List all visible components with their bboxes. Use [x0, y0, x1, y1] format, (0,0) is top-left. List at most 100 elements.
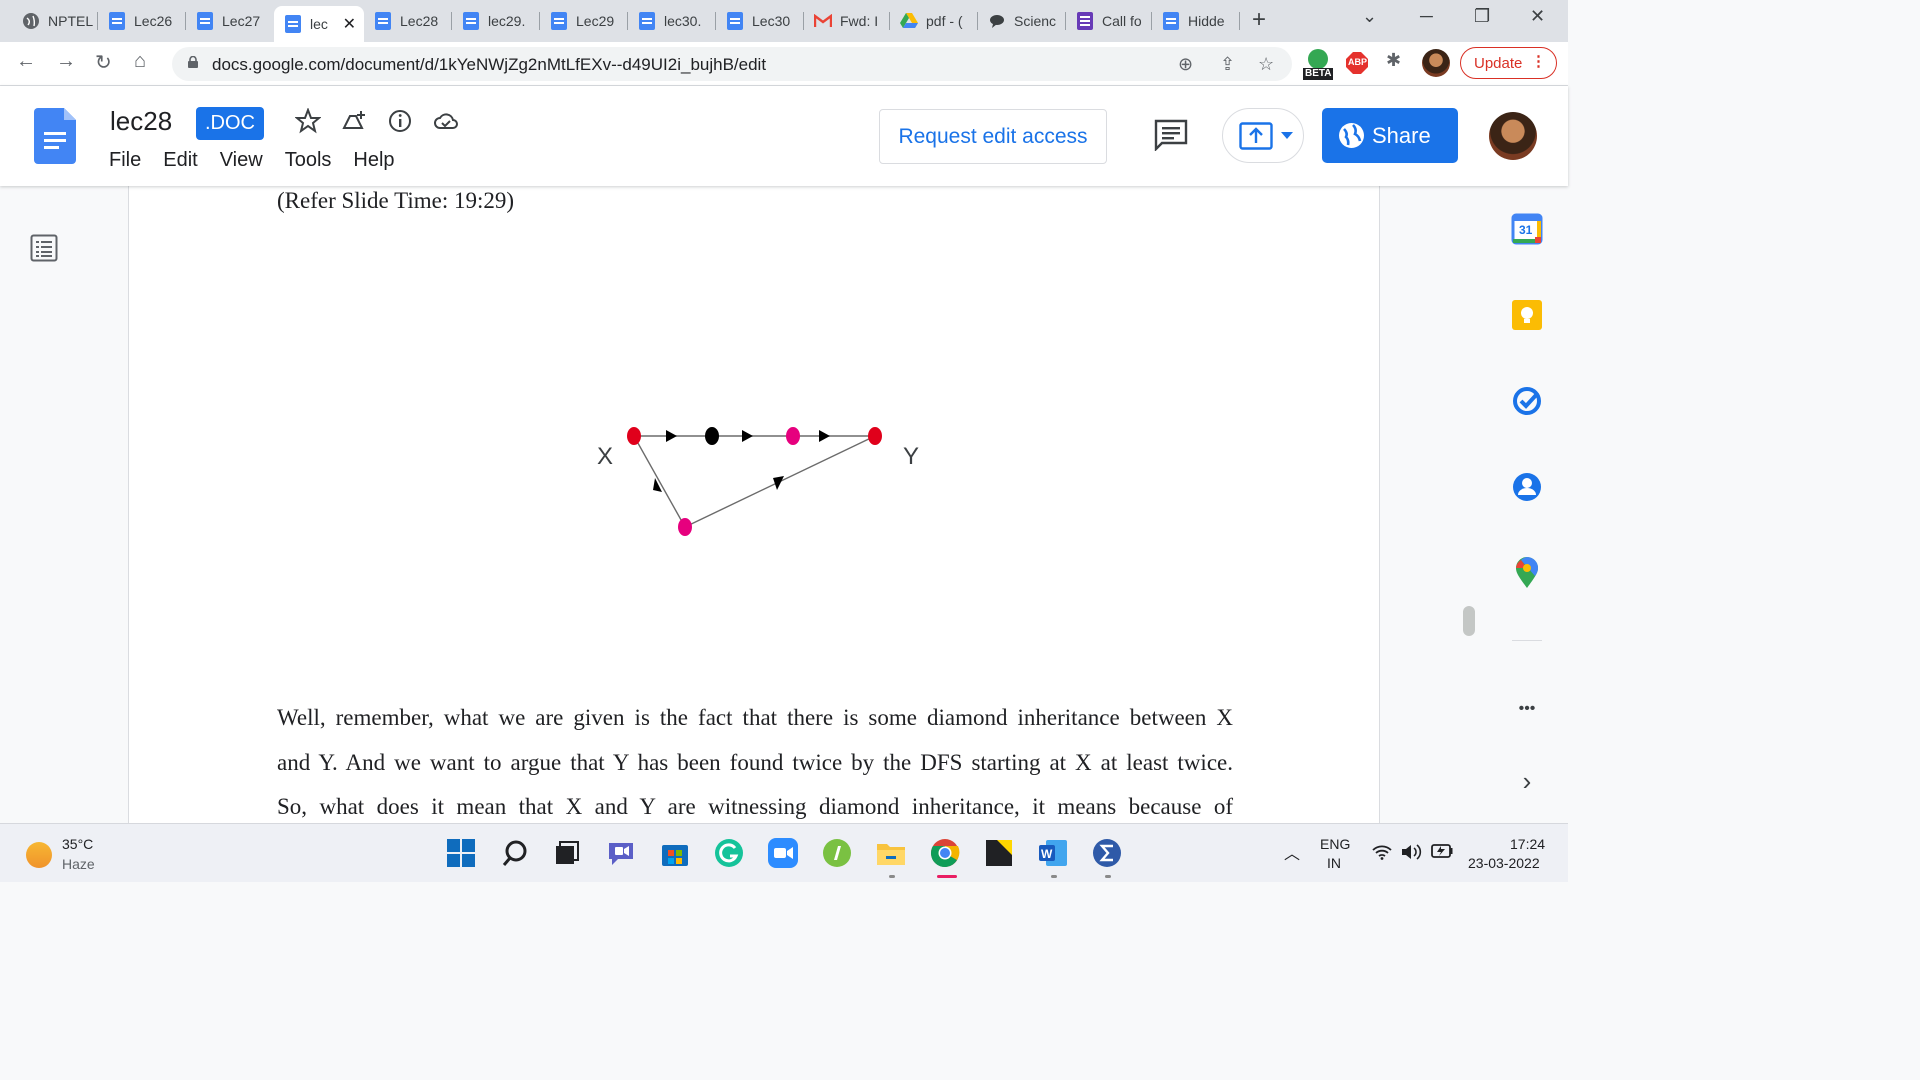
tab-label: lec	[310, 16, 328, 32]
menu-edit[interactable]: Edit	[163, 149, 197, 172]
teams-chat-icon[interactable]	[606, 838, 636, 868]
share-button[interactable]: Share	[1322, 108, 1458, 163]
slide-time-caption: (Refer Slide Time: 19:29)	[277, 188, 515, 213]
browser-tab[interactable]: Lec30	[716, 0, 804, 42]
grammarly-icon[interactable]	[714, 838, 744, 868]
mathtype-sigma-icon[interactable]	[1092, 838, 1122, 868]
browser-tab[interactable]: Lec29	[540, 0, 628, 42]
browser-tab[interactable]: Hidde	[1152, 0, 1240, 42]
zoom-meetings-icon[interactable]	[768, 838, 798, 868]
maps-icon[interactable]	[1510, 556, 1544, 590]
clock-time[interactable]: 17:24	[1510, 836, 1545, 852]
windows-start-icon[interactable]	[446, 838, 476, 868]
close-window-icon[interactable]: ✕	[1530, 6, 1545, 27]
search-icon[interactable]	[500, 838, 530, 868]
gmail-icon	[814, 12, 832, 30]
globe-icon	[22, 12, 40, 30]
google-docs-logo-icon[interactable]	[34, 108, 76, 164]
browser-tab[interactable]: Scienc	[978, 0, 1066, 42]
extensions-puzzle-icon[interactable]: ✱	[1386, 50, 1401, 71]
browser-tab[interactable]: lec29.	[452, 0, 540, 42]
calendar-icon[interactable]: 31	[1510, 212, 1544, 246]
contacts-icon[interactable]	[1510, 470, 1544, 504]
volume-icon[interactable]	[1400, 843, 1422, 861]
request-edit-access-button[interactable]: Request edit access	[879, 109, 1107, 164]
info-icon[interactable]	[387, 108, 413, 134]
tasks-icon[interactable]	[1510, 384, 1544, 418]
back-icon[interactable]: ←	[16, 50, 36, 73]
document-title[interactable]: lec28	[110, 106, 172, 137]
chrome-icon[interactable]	[930, 838, 960, 868]
restore-icon[interactable]: ❐	[1474, 6, 1490, 27]
profile-avatar[interactable]	[1422, 49, 1450, 77]
docs-header: lec28 .DOC File Edit View Tools Help Req…	[0, 86, 1568, 186]
browser-tab[interactable]: lec30.	[628, 0, 716, 42]
weather-sun-icon[interactable]	[26, 842, 52, 868]
browser-tab[interactable]: Lec26	[98, 0, 186, 42]
browser-tab[interactable]: Lec27	[186, 0, 274, 42]
input-language-bottom[interactable]: IN	[1327, 855, 1341, 871]
input-language-top[interactable]: ENG	[1320, 836, 1350, 852]
close-tab-icon[interactable]: ✕	[343, 14, 356, 34]
tab-search-icon[interactable]: ⌄	[1362, 6, 1377, 27]
menu-view[interactable]: View	[220, 149, 263, 172]
body-paragraph[interactable]: Well, remember, what we are given is the…	[277, 696, 1233, 823]
document-page[interactable]: (Refer Slide Time: 19:29) X Y Well, reme…	[128, 186, 1380, 823]
task-view-icon[interactable]	[552, 838, 582, 868]
menu-tools[interactable]: Tools	[285, 149, 332, 172]
browser-tab[interactable]: NPTEL	[12, 0, 98, 42]
microsoft-store-icon[interactable]	[660, 838, 690, 868]
browser-toolbar: ← → ↻ ⌂ docs.google.com/document/d/1kYeN…	[0, 42, 1568, 86]
forward-icon[interactable]: →	[56, 50, 76, 73]
tab-label: lec30.	[664, 13, 702, 29]
sticky-notes-icon[interactable]	[984, 838, 1014, 868]
file-explorer-icon[interactable]	[876, 838, 906, 868]
beta-extension-icon[interactable]: BETA	[1303, 48, 1333, 85]
menu-help[interactable]: Help	[353, 149, 394, 172]
share-page-icon[interactable]: ⇪	[1220, 54, 1235, 75]
chevron-right-icon[interactable]: ›	[1510, 764, 1544, 798]
star-icon[interactable]	[295, 108, 321, 134]
present-button[interactable]	[1222, 108, 1304, 163]
weather-condition[interactable]: Haze	[62, 856, 95, 872]
keep-icon[interactable]	[1510, 298, 1544, 332]
microsoft-word-icon[interactable]: W	[1038, 838, 1068, 868]
lock-icon[interactable]	[188, 56, 198, 68]
home-icon[interactable]: ⌂	[134, 50, 146, 73]
browser-tab[interactable]: Fwd: I	[804, 0, 890, 42]
node-x	[627, 427, 641, 445]
docs-icon	[638, 12, 656, 30]
minimize-icon[interactable]: ─	[1420, 6, 1433, 27]
get-addons-more-icon[interactable]: •••	[1510, 692, 1544, 726]
browser-tab[interactable]: Call fo	[1066, 0, 1152, 42]
browser-tab[interactable]: Lec28	[364, 0, 452, 42]
bookmark-star-icon[interactable]: ☆	[1258, 54, 1274, 75]
new-tab-icon[interactable]: +	[1252, 6, 1266, 34]
vertical-scrollbar[interactable]	[1463, 606, 1475, 636]
adblock-icon[interactable]: ABP	[1346, 52, 1368, 74]
evernote-icon[interactable]	[822, 838, 852, 868]
zoom-icon[interactable]: ⊕	[1178, 54, 1193, 75]
account-avatar[interactable]	[1489, 112, 1537, 160]
chrome-menu-icon[interactable]: ⋮	[1531, 52, 1546, 70]
comments-icon[interactable]	[1154, 119, 1188, 151]
arrowhead	[666, 430, 677, 442]
browser-tab-active[interactable]: lec ✕	[274, 6, 364, 42]
clock-date[interactable]: 23-03-2022	[1468, 855, 1540, 871]
browser-tab[interactable]: pdf - (	[890, 0, 978, 42]
wifi-icon[interactable]	[1372, 844, 1392, 860]
chevron-down-icon	[1281, 132, 1293, 139]
update-button[interactable]: Update ⋮	[1460, 47, 1557, 79]
url-text[interactable]: docs.google.com/document/d/1kYeNWjZg2nMt…	[212, 55, 766, 75]
abp-badge: ABP	[1348, 57, 1368, 67]
show-hidden-icons-chevron-up-icon[interactable]: ︿	[1284, 840, 1300, 864]
battery-icon[interactable]	[1431, 844, 1453, 858]
document-outline-icon[interactable]	[30, 234, 58, 262]
menu-file[interactable]: File	[109, 149, 141, 172]
address-bar[interactable]: docs.google.com/document/d/1kYeNWjZg2nMt…	[172, 47, 1292, 81]
label-y: Y	[903, 443, 919, 470]
cloud-saved-icon[interactable]	[433, 108, 459, 134]
reload-icon[interactable]: ↻	[95, 50, 112, 75]
weather-temperature[interactable]: 35°C	[62, 836, 93, 852]
move-to-drive-icon[interactable]	[341, 108, 367, 134]
